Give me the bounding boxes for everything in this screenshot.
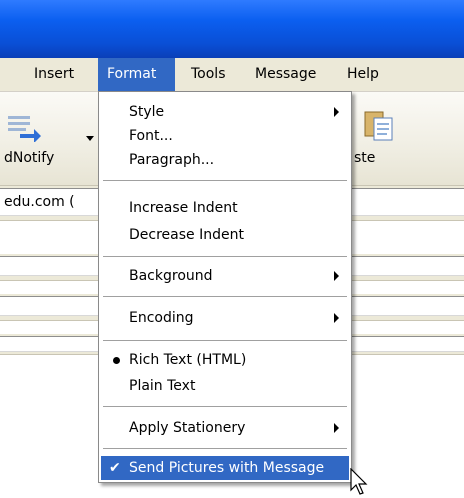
menu-item-background[interactable]: Background xyxy=(101,264,349,288)
menu-help[interactable]: Help xyxy=(338,58,388,91)
menu-item-paragraph[interactable]: Paragraph... xyxy=(101,148,349,172)
mouse-pointer-icon xyxy=(350,468,368,495)
menu-item-font[interactable]: Font... xyxy=(101,124,349,148)
menu-item-rich-text[interactable]: Rich Text (HTML) xyxy=(101,348,349,372)
menu-item-send-pictures[interactable]: ✔ Send Pictures with Message xyxy=(101,456,349,480)
radio-bullet-icon xyxy=(113,357,120,364)
window-title-bar[interactable] xyxy=(0,0,464,58)
menu-item-apply-stationery-label: Apply Stationery xyxy=(129,420,246,436)
menu-message[interactable]: Message xyxy=(246,58,325,91)
menu-separator xyxy=(103,448,347,450)
menu-separator xyxy=(103,256,347,258)
menu-separator xyxy=(103,296,347,298)
menu-item-encoding[interactable]: Encoding xyxy=(101,306,349,330)
menu-format[interactable]: Format xyxy=(98,58,175,91)
menu-bar: Insert Format Tools Message Help xyxy=(0,58,464,92)
menu-item-encoding-label: Encoding xyxy=(129,310,194,326)
format-menu: Style Font... Paragraph... Increase Inde… xyxy=(98,91,352,483)
submenu-arrow-icon xyxy=(334,313,339,323)
menu-item-decrease-indent[interactable]: Decrease Indent xyxy=(101,223,349,247)
read-receipt-icon[interactable] xyxy=(6,110,42,142)
to-field-value: edu.com ( xyxy=(4,194,75,210)
menu-tools[interactable]: Tools xyxy=(182,58,235,91)
menu-item-send-pictures-label: Send Pictures with Message xyxy=(129,460,325,476)
submenu-arrow-icon xyxy=(334,423,339,433)
submenu-arrow-icon xyxy=(334,271,339,281)
menu-separator xyxy=(103,406,347,408)
menu-item-rich-text-label: Rich Text (HTML) xyxy=(129,352,247,368)
checkmark-icon: ✔ xyxy=(109,460,121,476)
paste-icon[interactable] xyxy=(362,106,396,142)
menu-item-plain-text[interactable]: Plain Text xyxy=(101,374,349,398)
submenu-arrow-icon xyxy=(334,107,339,117)
menu-item-style-label: Style xyxy=(129,104,165,120)
request-notify-label[interactable]: dNotify xyxy=(4,150,54,166)
chevron-down-icon[interactable] xyxy=(86,136,94,142)
menu-item-background-label: Background xyxy=(129,268,213,284)
menu-item-increase-indent[interactable]: Increase Indent xyxy=(101,196,349,220)
menu-separator xyxy=(103,340,347,342)
menu-item-apply-stationery[interactable]: Apply Stationery xyxy=(101,416,349,440)
menu-separator xyxy=(103,180,347,182)
paste-label[interactable]: ste xyxy=(354,150,375,166)
menu-insert[interactable]: Insert xyxy=(25,58,83,91)
menu-item-style[interactable]: Style xyxy=(101,100,349,124)
